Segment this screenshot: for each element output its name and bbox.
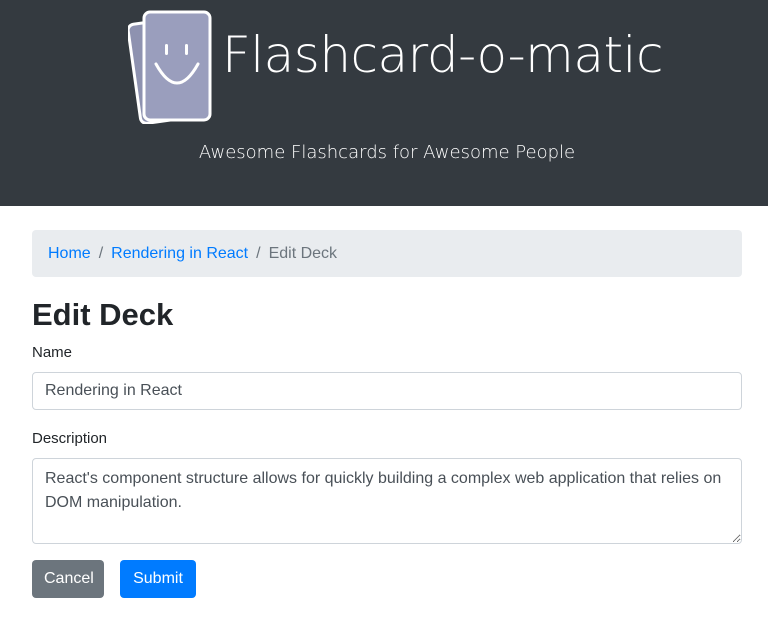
submit-button[interactable]: Submit [120,560,196,598]
smiley-flashcard-icon [128,10,212,124]
breadcrumb-separator: / [256,244,261,262]
cancel-button[interactable]: Cancel [32,560,104,598]
breadcrumb-home-link[interactable]: Home [48,245,91,263]
breadcrumb: Home / Rendering in React / Edit Deck [32,230,742,277]
breadcrumb-current: Edit Deck [268,244,338,262]
description-label: Description [32,430,108,447]
name-label: Name [32,344,73,361]
breadcrumb-deck-link[interactable]: Rendering in React [111,245,248,263]
deck-name-input[interactable] [32,372,742,410]
app-tagline: Awesome Flashcards for Awesome People [198,142,576,163]
app-title: Flashcard-o-matic [222,26,663,84]
app-header: Flashcard-o-matic Awesome Flashcards for… [0,0,768,206]
deck-description-input[interactable]: React's component structure allows for q… [32,458,742,544]
breadcrumb-separator: / [98,244,104,262]
page-title: Edit Deck [32,297,174,332]
